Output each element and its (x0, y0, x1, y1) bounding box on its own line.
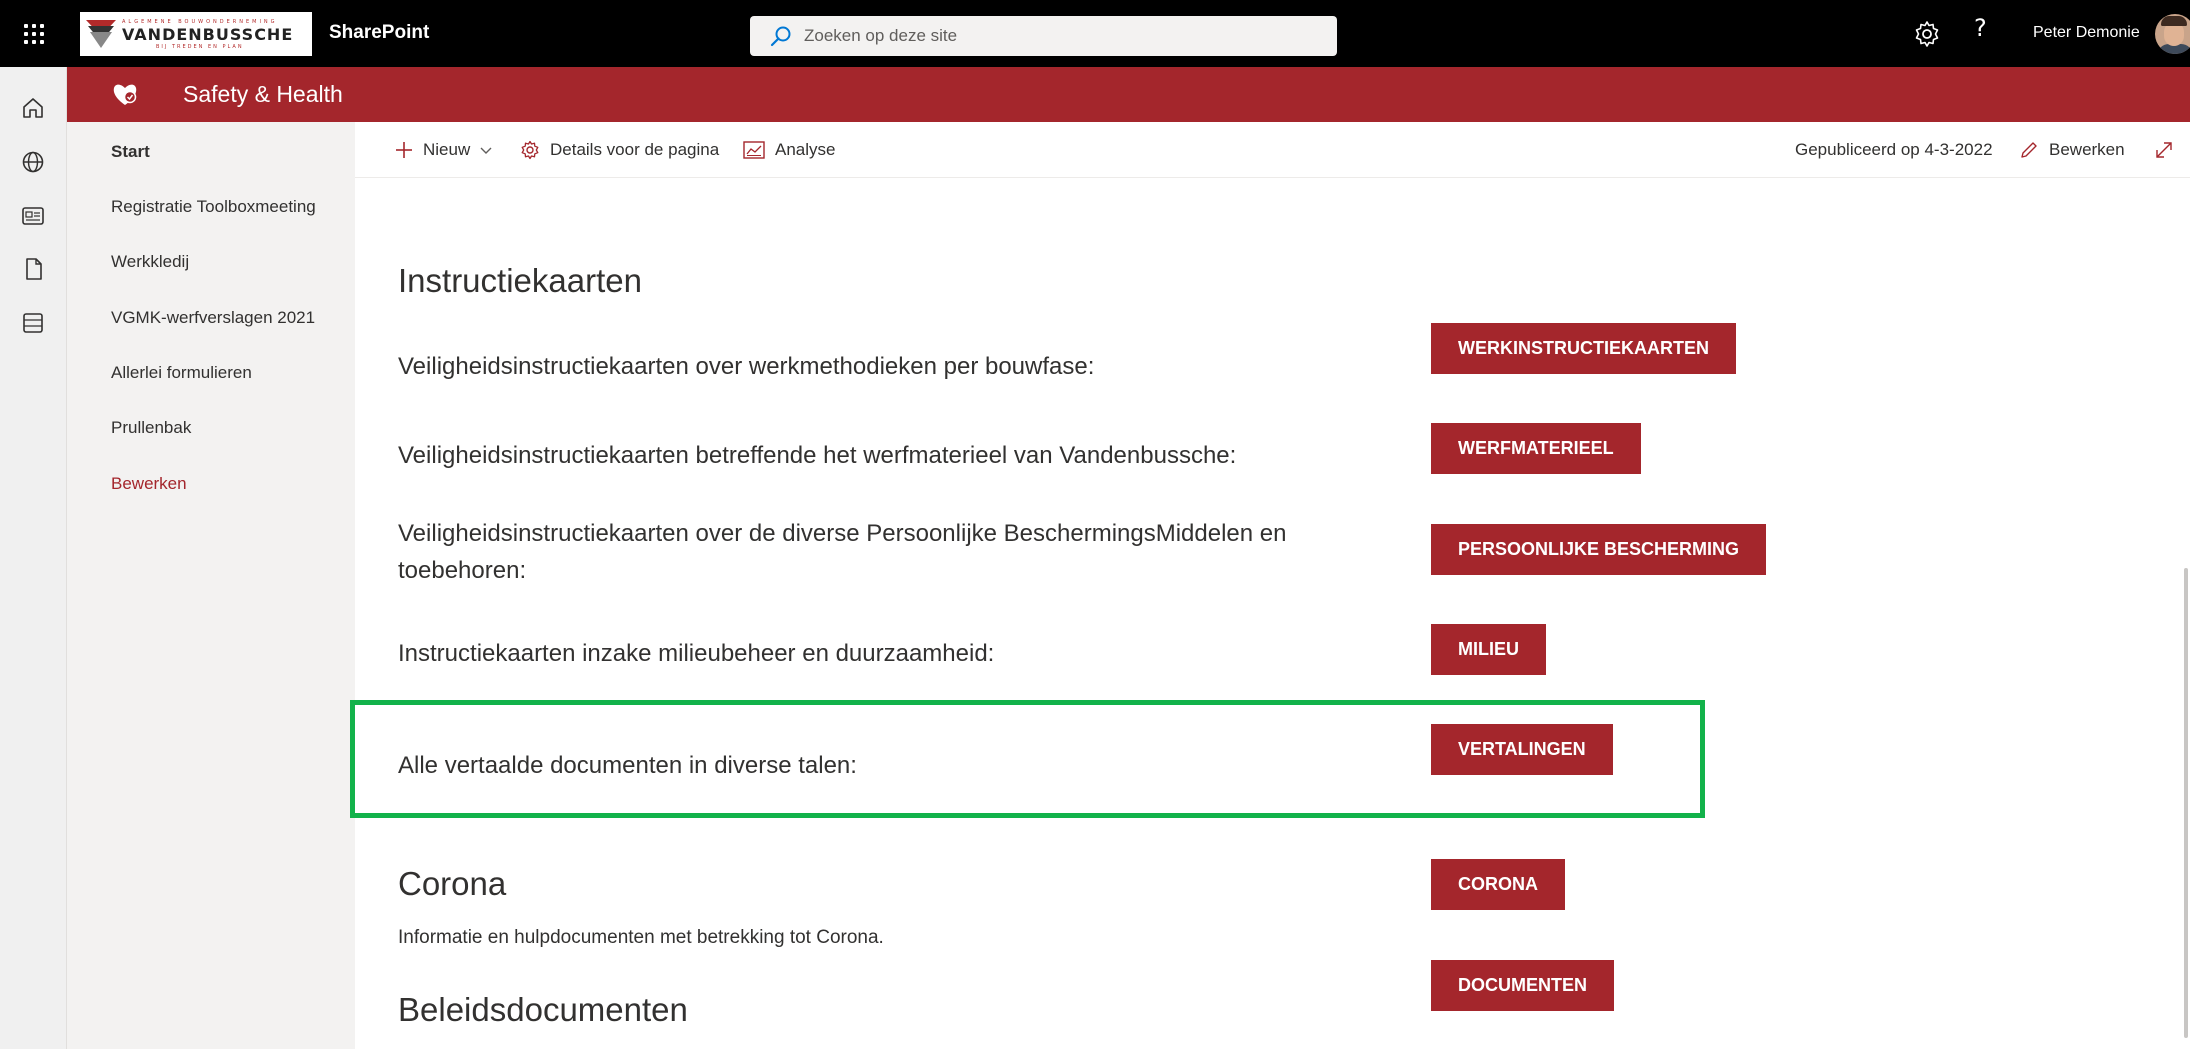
home-icon[interactable] (20, 95, 46, 121)
expand-button[interactable] (2154, 122, 2184, 178)
list-icon[interactable] (20, 310, 46, 336)
waffle-icon (23, 23, 44, 44)
command-bar: Nieuw Details voor de pagina Analyse Gep… (355, 122, 2190, 178)
werkinstructiekaarten-button[interactable]: WERKINSTRUCTIEKAARTEN (1431, 323, 1736, 374)
chevron-down-icon (480, 147, 492, 154)
nav-item-werkkledij[interactable]: Werkkledij (111, 252, 189, 272)
analytics-label: Analyse (775, 140, 836, 159)
news-icon[interactable] (20, 203, 46, 229)
nav-item-vgmk-werfverslagen[interactable]: VGMK-werfverslagen 2021 (111, 308, 315, 328)
row-text-werfmaterieel: Veiligheidsinstructiekaarten betreffende… (398, 442, 1237, 469)
nav-item-start[interactable]: Start (111, 142, 150, 162)
page-details-label: Details voor de pagina (550, 140, 720, 159)
search-placeholder: Zoeken op deze site (804, 26, 958, 45)
vertalingen-button[interactable]: VERTALINGEN (1431, 724, 1613, 775)
row-text-vertalingen: Alle vertaalde documenten in diverse tal… (398, 752, 857, 779)
published-label: Gepubliceerd op 4-3-2022 (1795, 140, 1993, 159)
site-logo-icon[interactable] (111, 80, 139, 108)
edit-page-label: Bewerken (2049, 140, 2125, 159)
org-logo-tagline: BIJ TREDEN EN PLAN (156, 43, 244, 50)
persoonlijke-bescherming-button[interactable]: PERSOONLIJKE BESCHERMING (1431, 524, 1767, 575)
settings-gear-icon[interactable] (1912, 19, 1942, 49)
corona-button[interactable]: CORONA (1431, 859, 1565, 910)
org-logo-name: VANDENBUSSCHE (122, 24, 294, 44)
nav-edit-link[interactable]: Bewerken (111, 474, 187, 494)
section-title-beleidsdocumenten: Beleidsdocumenten (398, 991, 688, 1028)
suite-bar: ALGEMENE BOUWONDERNEMING VANDENBUSSCHE B… (0, 0, 2190, 67)
row-text-milieu: Instructiekaarten inzake milieubeheer en… (398, 640, 995, 667)
gear-icon (521, 140, 539, 160)
globe-icon[interactable] (20, 149, 46, 175)
site-header: Safety & Health (67, 67, 2190, 122)
milieu-button[interactable]: MILIEU (1431, 624, 1546, 675)
nav-item-registratie-toolboxmeeting[interactable]: Registratie Toolboxmeeting (111, 197, 316, 217)
page-content: Instructiekaarten Veiligheidsinstructiek… (355, 178, 2190, 1049)
user-name[interactable]: Peter Demonie (2033, 24, 2140, 42)
page-details-button[interactable]: Details voor de pagina (520, 122, 719, 178)
nav-item-allerlei-formulieren[interactable]: Allerlei formulieren (111, 363, 252, 383)
section-title-instructiekaarten: Instructiekaarten (398, 262, 642, 299)
section-title-corona: Corona (398, 865, 507, 902)
org-logo[interactable]: ALGEMENE BOUWONDERNEMING VANDENBUSSCHE B… (80, 12, 312, 56)
plus-icon (396, 142, 412, 158)
nav-item-prullenbak[interactable]: Prullenbak (111, 418, 191, 438)
documenten-button[interactable]: DOCUMENTEN (1431, 960, 1614, 1011)
corona-description: Informatie en hulpdocumenten met betrekk… (398, 927, 884, 948)
new-button[interactable]: Nieuw (395, 122, 494, 178)
scrollbar-thumb[interactable] (2184, 568, 2188, 1038)
vertical-scrollbar[interactable] (2182, 178, 2190, 1049)
app-name[interactable]: SharePoint (329, 22, 429, 44)
analytics-button[interactable]: Analyse (743, 122, 835, 178)
site-title[interactable]: Safety & Health (183, 81, 343, 108)
pencil-icon (2021, 142, 2037, 158)
row-text-pbm-line1: Veiligheidsinstructiekaarten over de div… (398, 520, 1287, 547)
left-navigation: Start Registratie Toolboxmeeting Werkkle… (67, 122, 355, 1049)
file-icon[interactable] (20, 256, 46, 282)
app-launcher-button[interactable] (0, 0, 67, 67)
search-icon (770, 26, 791, 47)
analytics-icon (743, 141, 765, 159)
org-logo-mark-icon (86, 20, 116, 48)
werfmaterieel-button[interactable]: WERFMATERIEEL (1431, 423, 1641, 474)
published-status: Gepubliceerd op 4-3-2022 (1795, 122, 1993, 178)
row-text-werkmethodieken: Veiligheidsinstructiekaarten over werkme… (398, 353, 1095, 380)
search-input[interactable]: Zoeken op deze site (750, 16, 1337, 56)
help-button[interactable]: ? (1974, 14, 1987, 42)
new-button-label: Nieuw (423, 140, 471, 159)
edit-page-button[interactable]: Bewerken (2019, 122, 2125, 178)
row-text-pbm-line2: toebehoren: (398, 557, 527, 584)
expand-icon (2156, 142, 2172, 158)
app-bar (0, 67, 67, 1049)
avatar[interactable] (2155, 14, 2190, 54)
